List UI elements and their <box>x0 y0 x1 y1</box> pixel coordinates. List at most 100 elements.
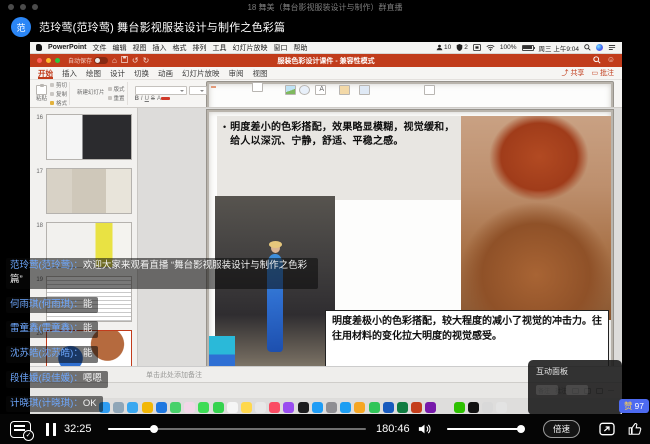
italic-button[interactable]: I <box>141 96 143 102</box>
slide-bullet-textbox[interactable]: • 明度差小的色彩搭配，效果略显模糊，视觉缓和，给人以深沉、宁静，舒适、平稳之感… <box>217 116 463 200</box>
menubar-menu-item[interactable]: 插入 <box>153 43 167 53</box>
ribbon-tab[interactable]: 审阅 <box>229 68 244 79</box>
playlist-toggle-button[interactable] <box>10 414 31 444</box>
chat-message: 沈苏皓(沈苏皓)：能 <box>6 346 98 363</box>
volume-bar-knob[interactable] <box>517 425 525 433</box>
like-button[interactable] <box>628 414 642 444</box>
slide-number: 16 <box>33 114 43 121</box>
cast-button[interactable] <box>599 414 615 444</box>
menubar-menu-item[interactable]: 幻灯片放映 <box>233 43 268 53</box>
dock-app-icon[interactable] <box>411 402 422 413</box>
dock-app-icon[interactable] <box>482 402 493 413</box>
dock-app-icon[interactable] <box>496 402 507 413</box>
slide-thumbnail[interactable]: 17 <box>33 168 137 214</box>
shield-count-icon[interactable]: 2 <box>456 44 468 51</box>
siri-icon[interactable] <box>596 44 603 51</box>
quick-styles-icon <box>359 85 370 95</box>
chat-message-text: 能 <box>83 348 93 359</box>
seek-bar[interactable] <box>108 428 366 430</box>
menubar-menus: 文件编辑视图插入格式排列工具幻灯片放映窗口帮助 <box>93 43 308 53</box>
font-size-combo[interactable] <box>189 86 207 95</box>
chat-message: 计晓琪(计晓琪)：OK <box>6 396 103 413</box>
people-count-icon[interactable]: 10 <box>436 44 451 51</box>
current-time: 32:25 <box>64 414 92 444</box>
slide-photo-portrait[interactable] <box>461 116 611 320</box>
dock-app-icon[interactable] <box>354 402 365 413</box>
search-icon[interactable] <box>593 56 601 66</box>
ribbon-tab[interactable]: 设计 <box>110 68 125 79</box>
comments-label: 批注 <box>600 70 614 77</box>
paste-button[interactable]: 粘贴 <box>36 85 47 102</box>
dock-app-icon[interactable] <box>383 402 394 413</box>
layout-button[interactable]: 版式 <box>108 85 125 93</box>
strikethrough-button[interactable]: S <box>151 96 155 102</box>
format-painter-button[interactable]: 格式 <box>50 99 67 107</box>
dock-app-icon[interactable] <box>326 402 337 413</box>
ribbon-tab[interactable]: 动画 <box>158 68 173 79</box>
dock-app-icon[interactable] <box>425 402 436 413</box>
dock-app-icon[interactable] <box>369 402 380 413</box>
share-button[interactable]: ⤴ 共享 <box>561 68 584 78</box>
ribbon-tab[interactable]: 绘图 <box>86 68 101 79</box>
underline-button[interactable]: U <box>145 96 149 102</box>
home-icon[interactable]: ⌂ <box>112 57 117 65</box>
seek-bar-knob[interactable] <box>150 425 158 433</box>
slide-number: 17 <box>33 168 43 175</box>
menubar-menu-item[interactable]: 格式 <box>173 43 187 53</box>
redo-icon[interactable]: ↻ <box>143 57 150 65</box>
chat-overlay: 范玲莺(范玲莺)：欢迎大家来观看直播 “舞台影视服装设计与制作之色彩篇” 何雨琪… <box>6 258 318 412</box>
account-icon[interactable]: ☺ <box>607 56 615 66</box>
dock-app-icon[interactable] <box>397 402 408 413</box>
ribbon-tab[interactable]: 插入 <box>62 68 77 79</box>
new-slide-button[interactable]: 新建幻灯片 <box>77 90 105 96</box>
cut-button[interactable]: 剪切 <box>50 81 67 89</box>
dock-app-icon[interactable] <box>468 402 479 413</box>
ribbon-tab[interactable]: 开始 <box>38 68 53 79</box>
menubar-menu-item[interactable]: 窗口 <box>274 43 288 53</box>
chat-message: 雷童鑫(雷童鑫)：能 <box>6 321 98 338</box>
font-name-combo[interactable] <box>135 86 187 95</box>
streamer-avatar[interactable]: 范 <box>11 17 31 37</box>
slide-thumbnail-image[interactable] <box>46 114 132 160</box>
ppt-traffic-lights[interactable] <box>37 58 60 63</box>
slide-thumbnail[interactable]: 16 <box>33 114 137 160</box>
dock-app-icon[interactable] <box>440 402 451 413</box>
pause-button[interactable] <box>46 414 56 444</box>
dock-app-icon[interactable] <box>454 402 465 413</box>
undo-icon[interactable]: ↺ <box>132 57 139 65</box>
spotlight-icon[interactable] <box>584 44 591 51</box>
volume-bar[interactable] <box>447 428 525 430</box>
textbox-icon <box>315 85 326 95</box>
interaction-panel[interactable]: 互动面板 <box>528 360 622 415</box>
cast-icon <box>599 422 615 436</box>
ribbon-tab[interactable]: 幻灯片放映 <box>182 68 220 79</box>
reset-button[interactable]: 重置 <box>108 94 125 102</box>
copy-button[interactable]: 复制 <box>50 90 67 98</box>
menubar-clock[interactable]: 周三 上午9:04 <box>539 43 579 53</box>
ribbon-tab[interactable]: 切换 <box>134 68 149 79</box>
menubar-menu-item[interactable]: 排列 <box>193 43 207 53</box>
menubar-menu-item[interactable]: 编辑 <box>113 43 127 53</box>
font-color-button[interactable]: A <box>157 96 170 102</box>
apple-menu-icon[interactable] <box>36 44 42 51</box>
ribbon-tab[interactable]: 视图 <box>253 68 268 79</box>
notification-center-icon[interactable] <box>608 44 616 51</box>
menubar-menu-item[interactable]: 视图 <box>133 43 147 53</box>
bold-button[interactable]: B <box>135 96 139 102</box>
slide-thumbnail-image[interactable] <box>46 168 132 214</box>
chat-sender-name: 沈苏皓(沈苏皓)： <box>10 348 83 359</box>
dock-app-icon[interactable] <box>340 402 351 413</box>
screen-record-icon[interactable] <box>473 44 481 51</box>
playback-speed-button[interactable]: 倍速 <box>543 414 580 444</box>
new-slide-label: 新建幻灯片 <box>77 90 105 96</box>
wifi-icon[interactable] <box>486 44 495 51</box>
volume-button[interactable] <box>417 414 432 444</box>
menubar-menu-item[interactable]: 文件 <box>93 43 107 53</box>
menubar-menu-item[interactable]: 工具 <box>213 43 227 53</box>
menubar-menu-item[interactable]: 帮助 <box>294 43 308 53</box>
paste-icon <box>36 85 47 95</box>
save-icon[interactable] <box>121 56 128 65</box>
autosave-toggle[interactable] <box>94 57 108 64</box>
comments-button[interactable]: ▭ 批注 <box>591 68 614 78</box>
app-menu-title[interactable]: PowerPoint <box>48 44 87 51</box>
